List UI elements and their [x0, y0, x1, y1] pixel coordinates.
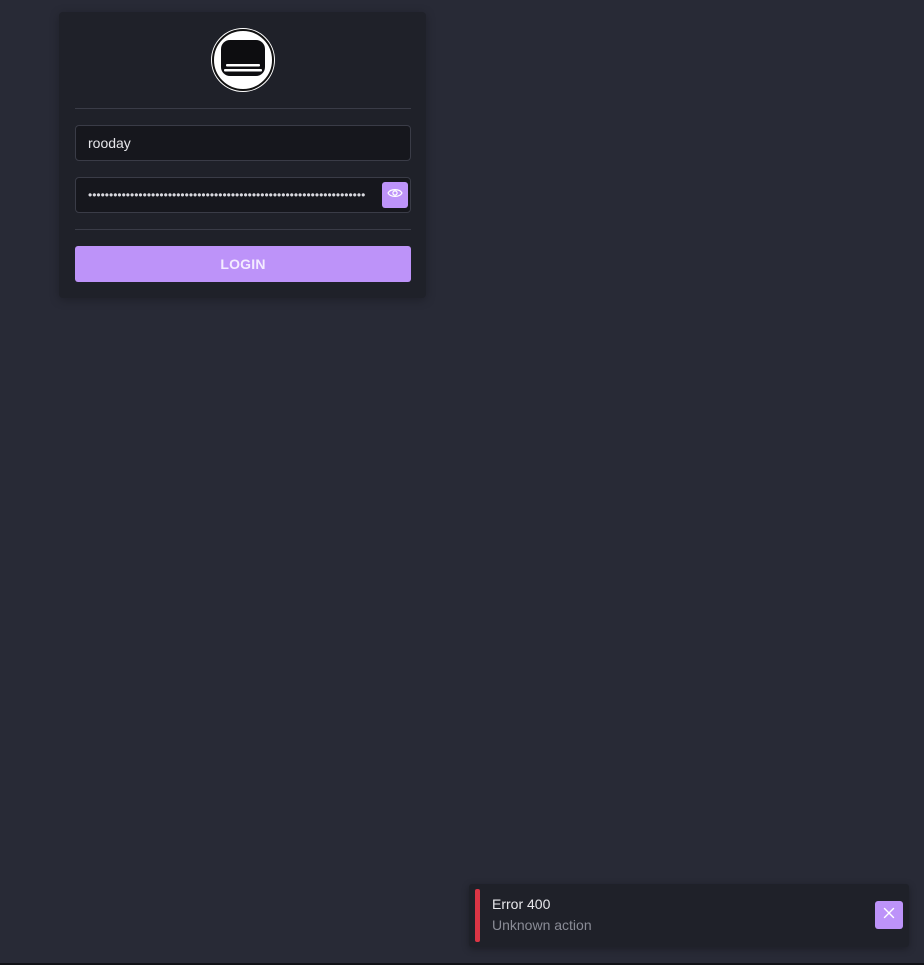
- page: LOGIN Error 400 Unknown action: [0, 0, 924, 965]
- password-field[interactable]: [75, 177, 411, 213]
- login-card: LOGIN: [59, 12, 426, 298]
- login-button[interactable]: LOGIN: [75, 246, 411, 282]
- password-input[interactable]: [76, 178, 376, 212]
- tv-icon: [211, 28, 275, 92]
- error-indicator-bar: [475, 889, 480, 942]
- divider: [75, 108, 411, 109]
- show-password-button[interactable]: [382, 182, 408, 208]
- toast-close-button[interactable]: [875, 901, 903, 929]
- toast-message: Unknown action: [492, 917, 592, 933]
- username-field[interactable]: [75, 125, 411, 161]
- username-input[interactable]: [76, 126, 376, 160]
- eye-icon: [387, 186, 403, 204]
- toast-title: Error 400: [492, 896, 551, 912]
- error-toast: Error 400 Unknown action: [469, 884, 909, 947]
- divider: [75, 229, 411, 230]
- close-icon: [883, 906, 895, 924]
